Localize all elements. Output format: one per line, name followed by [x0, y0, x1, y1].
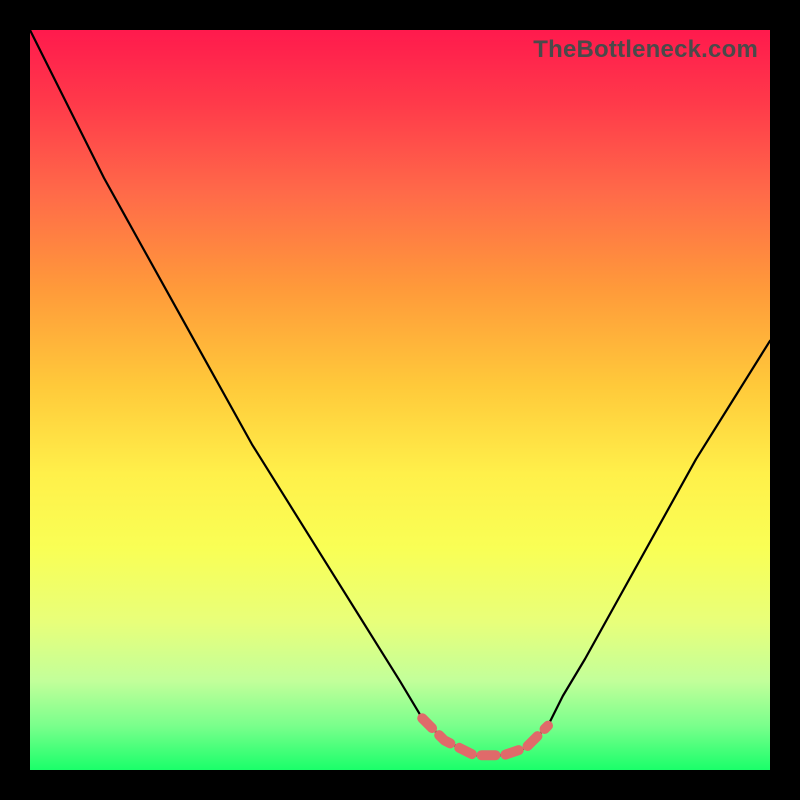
chart-frame: TheBottleneck.com	[0, 0, 800, 800]
curve-layer	[30, 30, 770, 770]
highlight-segment	[422, 718, 548, 755]
main-curve	[30, 30, 770, 755]
plot-area: TheBottleneck.com	[30, 30, 770, 770]
